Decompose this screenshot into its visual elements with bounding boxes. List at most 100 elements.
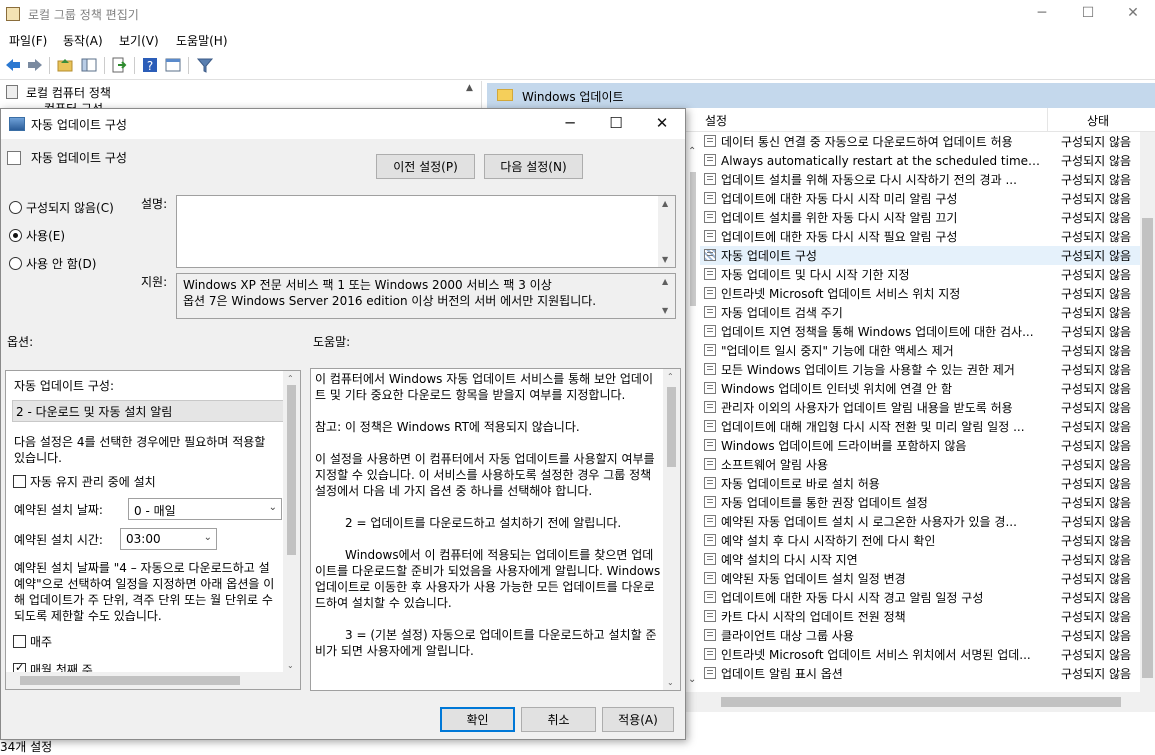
chevron-up-icon: ⌃: [287, 374, 294, 383]
policy-row[interactable]: 데이터 통신 연결 중 자동으로 다운로드하여 업데이트 허용 구성되지 않음: [700, 132, 1155, 151]
policy-row[interactable]: 자동 업데이트 및 다시 시작 기한 지정 구성되지 않음: [700, 265, 1155, 284]
configure-value[interactable]: 2 - 다운로드 및 자동 설치 알림: [16, 403, 172, 420]
filter-icon[interactable]: [196, 56, 214, 74]
comment-textarea[interactable]: ▲ ▼: [176, 195, 676, 268]
maximize-icon[interactable]: ☐: [593, 109, 639, 139]
close-icon[interactable]: ✕: [1110, 0, 1155, 28]
policy-row[interactable]: 예약된 자동 업데이트 설치 일정 변경 구성되지 않음: [700, 569, 1155, 588]
radio-disabled[interactable]: 사용 안 함(D): [9, 255, 96, 272]
policy-row[interactable]: 업데이트에 대한 자동 다시 시작 필요 알림 구성 구성되지 않음: [700, 227, 1155, 246]
scroll-up-arrow-icon: ▲: [662, 277, 669, 286]
policy-row[interactable]: 자동 업데이트를 통한 권장 업데이트 설정 구성되지 않음: [700, 493, 1155, 512]
main-titlebar: 로컬 그룹 정책 편집기 ─ ☐ ✕: [0, 0, 1155, 28]
show-hide-tree-icon[interactable]: [80, 56, 98, 74]
radio-enabled[interactable]: 사용(E): [9, 227, 65, 244]
scroll-thumb[interactable]: [1142, 218, 1153, 678]
policy-row[interactable]: Windows 업데이트 인터넷 위치에 연결 안 함 구성되지 않음: [700, 379, 1155, 398]
tree-pane: 로컬 컴퓨터 정책 컴퓨터 구성 ▲: [0, 81, 482, 116]
minimize-icon[interactable]: ─: [1019, 0, 1065, 28]
properties-icon[interactable]: [164, 56, 182, 74]
policy-row[interactable]: 소프트웨어 알림 사용 구성되지 않음: [700, 455, 1155, 474]
policy-row[interactable]: 자동 업데이트로 바로 설치 허용 구성되지 않음: [700, 474, 1155, 493]
status-count: 34개 설정: [0, 740, 53, 754]
policy-name: "업데이트 일시 중지" 기능에 대한 액세스 제거: [721, 344, 954, 358]
policy-row[interactable]: 클라이언트 대상 그룹 사용 구성되지 않음: [700, 626, 1155, 645]
column-setting[interactable]: 설정: [705, 112, 727, 129]
policy-state: 구성되지 않음: [1061, 553, 1132, 567]
install-time-select[interactable]: 03:00 ⌄: [120, 528, 217, 550]
policy-setting-icon: [704, 363, 716, 375]
menu-action[interactable]: 동작(A): [63, 32, 103, 49]
policy-row[interactable]: 카트 다시 시작의 업데이트 전원 정책 구성되지 않음: [700, 607, 1155, 626]
menu-file[interactable]: 파일(F): [9, 32, 47, 49]
policy-name: 관리자 이외의 사용자가 업데이트 알림 내용을 받도록 허용: [721, 401, 1013, 415]
policy-row[interactable]: 업데이트 지연 정책을 통해 Windows 업데이트에 대한 검사... 구성되…: [700, 322, 1155, 341]
maximize-icon[interactable]: ☐: [1065, 0, 1111, 28]
apply-button[interactable]: 적용(A): [602, 707, 674, 732]
next-setting-button[interactable]: 다음 설정(N): [484, 154, 583, 179]
policy-row[interactable]: 인트라넷 Microsoft 업데이트 서비스 위치에서 서명된 업데... 구성…: [700, 645, 1155, 664]
tree-item-local-computer-policy[interactable]: 로컬 컴퓨터 정책: [26, 84, 111, 101]
back-arrow-icon[interactable]: [4, 56, 22, 74]
policy-row[interactable]: 인트라넷 Microsoft 업데이트 서비스 위치 지정 구성되지 않음: [700, 284, 1155, 303]
cancel-button[interactable]: 취소: [521, 707, 596, 732]
policy-list-vscroll[interactable]: [1140, 132, 1155, 692]
policy-name: 자동 업데이트로 바로 설치 허용: [721, 477, 880, 491]
policy-list-hscroll[interactable]: [686, 692, 1155, 712]
policy-name: 업데이트 설치를 위한 자동 다시 시작 알림 끄기: [721, 211, 958, 225]
policy-row[interactable]: 자동 업데이트 구성 구성되지 않음: [700, 246, 1155, 265]
menu-help[interactable]: 도움말(H): [176, 32, 228, 49]
column-divider[interactable]: [1047, 108, 1048, 132]
chevron-up-icon[interactable]: ⌃: [688, 146, 696, 157]
weekly-checkbox[interactable]: 매주: [13, 633, 52, 650]
toolbar-separator: [104, 57, 105, 74]
install-day-select[interactable]: 0 - 매일 ⌄: [128, 498, 282, 520]
policy-row[interactable]: 업데이트에 대한 자동 다시 시작 미리 알림 구성 구성되지 않음: [700, 189, 1155, 208]
help-vscroll[interactable]: ⌃ ⌄: [663, 369, 680, 690]
policy-row[interactable]: 업데이트에 대한 자동 다시 시작 경고 알림 일정 구성 구성되지 않음: [700, 588, 1155, 607]
policy-row[interactable]: 업데이트 설치를 위한 자동 다시 시작 알림 끄기 구성되지 않음: [700, 208, 1155, 227]
up-folder-icon[interactable]: [56, 56, 74, 74]
close-icon[interactable]: ✕: [639, 109, 685, 139]
policy-name: Always automatically restart at the sche…: [721, 154, 1041, 168]
options-hscroll[interactable]: [6, 672, 300, 689]
help-pane: 이 컴퓨터에서 Windows 자동 업데이트 서비스를 통해 보안 업데이트 …: [310, 368, 681, 691]
toolbar-separator: [134, 57, 135, 74]
policy-row[interactable]: 모든 Windows 업데이트 기능을 사용할 수 있는 권한 제거 구성되지 않…: [700, 360, 1155, 379]
column-state[interactable]: 상태: [1087, 112, 1109, 129]
help-icon[interactable]: ?: [141, 56, 159, 74]
policy-row[interactable]: 업데이트 설치를 위해 자동으로 다시 시작하기 전의 경과 ... 구성되지 않…: [700, 170, 1155, 189]
comment-scrollbar[interactable]: ▲ ▼: [658, 196, 675, 267]
middle-scroll-track: ⌃ ⌄: [686, 132, 700, 692]
policy-row[interactable]: 예약 설치 후 다시 시작하기 전에 다시 확인 구성되지 않음: [700, 531, 1155, 550]
policy-row[interactable]: 자동 업데이트 검색 주기 구성되지 않음: [700, 303, 1155, 322]
supported-scrollbar[interactable]: ▲ ▼: [658, 274, 675, 318]
policy-row[interactable]: 관리자 이외의 사용자가 업데이트 알림 내용을 받도록 허용 구성되지 않음: [700, 398, 1155, 417]
radio-not-configured[interactable]: 구성되지 않음(C): [9, 199, 114, 216]
minimize-icon[interactable]: ─: [547, 109, 593, 139]
prev-setting-button[interactable]: 이전 설정(P): [376, 154, 475, 179]
policy-row[interactable]: Windows 업데이트에 드라이버를 포함하지 않음 구성되지 않음: [700, 436, 1155, 455]
policy-row[interactable]: 예약된 자동 업데이트 설치 시 로그온한 사용자가 있을 경... 구성되지 않…: [700, 512, 1155, 531]
chevron-down-icon[interactable]: ⌄: [688, 674, 696, 685]
maintenance-checkbox[interactable]: 자동 유지 관리 중에 설치: [13, 473, 156, 490]
dialog-title: 자동 업데이트 구성: [31, 118, 127, 132]
policy-setting-icon: [704, 230, 716, 242]
scroll-thumb[interactable]: [690, 172, 696, 306]
policy-row[interactable]: "업데이트 일시 중지" 기능에 대한 액세스 제거 구성되지 않음: [700, 341, 1155, 360]
policy-name: 데이터 통신 연결 중 자동으로 다운로드하여 업데이트 허용: [721, 135, 1013, 149]
options-vscroll[interactable]: ⌃ ⌄: [283, 371, 300, 673]
policy-row[interactable]: Always automatically restart at the sche…: [700, 151, 1155, 170]
ok-button[interactable]: 확인: [440, 707, 515, 732]
policy-name: 자동 업데이트 및 다시 시작 기한 지정: [721, 268, 910, 282]
policy-row[interactable]: 업데이트에 대해 개입형 다시 시작 전환 및 미리 알림 일정 ... 구성되지…: [700, 417, 1155, 436]
scroll-thumb[interactable]: [721, 697, 1121, 707]
export-list-icon[interactable]: [110, 56, 128, 74]
supported-line-2: 옵션 7은 Windows Server 2016 edition 이상 버전의…: [183, 294, 597, 308]
policy-row[interactable]: 예약 설치의 다시 시작 지연 구성되지 않음: [700, 550, 1155, 569]
policy-row[interactable]: 업데이트 알림 표시 옵션 구성되지 않음: [700, 664, 1155, 683]
menu-view[interactable]: 보기(V): [119, 32, 159, 49]
policy-name: 예약 설치의 다시 시작 지연: [721, 553, 858, 567]
scroll-up-arrow-icon[interactable]: ▲: [466, 83, 473, 93]
forward-arrow-icon[interactable]: [26, 56, 44, 74]
